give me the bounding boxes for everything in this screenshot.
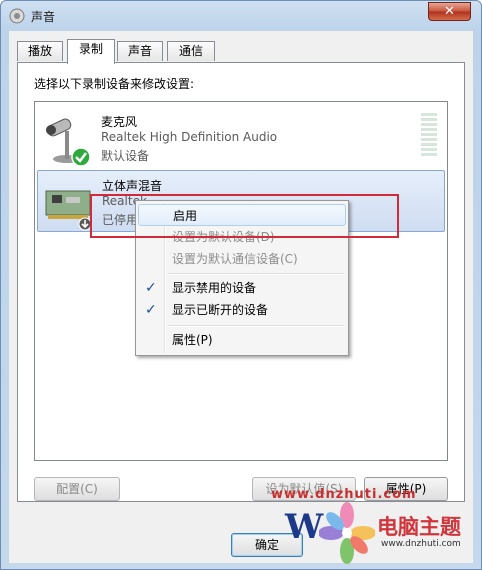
device-driver: Realtek High Definition Audio [101,130,278,144]
menu-separator [168,273,344,275]
highlight-box [90,194,399,238]
watermark-text: www.dnzhuti.com [271,487,417,502]
menu-item-label: 显示禁用的设备 [172,281,257,295]
watermark-url: www.dnzhuti.com [381,539,461,549]
default-check-icon [71,147,91,167]
check-icon: ✓ [145,302,157,318]
device-name: 立体声混音 [102,179,163,193]
tab-playback[interactable]: 播放 [17,41,63,61]
sound-dialog: 声音 ✕ 播放 录制 声音 通信 选择以下录制设备来修改设置: 麦克风 Real… [0,0,482,570]
tab-recording[interactable]: 录制 [67,39,115,64]
watermark-brand: 电脑主题 [377,515,461,539]
menu-separator [168,325,344,327]
device-status: 默认设备 [101,149,150,163]
close-button[interactable]: ✕ [428,2,471,21]
menu-item-show-disconnected[interactable]: ✓ 显示已断开的设备 [138,299,346,321]
watermark-logo-letter: W [285,507,324,547]
menu-item-label: 显示已断开的设备 [172,303,269,317]
flower-logo-icon [319,502,375,564]
tab-communications[interactable]: 通信 [167,41,215,61]
menu-item-set-default-comm[interactable]: 设置为默认通信设备(C) [138,248,346,270]
window-title: 声音 [31,10,56,24]
instruction-text: 选择以下录制设备来修改设置: [34,77,195,91]
menu-item-show-disabled[interactable]: ✓ 显示禁用的设备 [138,277,346,299]
device-microphone[interactable]: 麦克风 Realtek High Definition Audio 默认设备 [37,107,445,169]
configure-button[interactable]: 配置(C) [34,477,120,501]
speaker-icon [9,8,25,24]
menu-item-properties[interactable]: 属性(P) [138,329,346,351]
menu-item-label: 设置为默认通信设备(C) [172,252,298,266]
check-icon: ✓ [145,280,157,296]
level-meter [421,113,437,157]
device-name: 麦克风 [101,115,138,129]
tab-sounds[interactable]: 声音 [117,41,163,61]
title-bar: 声音 ✕ [1,1,481,31]
menu-item-label: 属性(P) [172,333,213,347]
